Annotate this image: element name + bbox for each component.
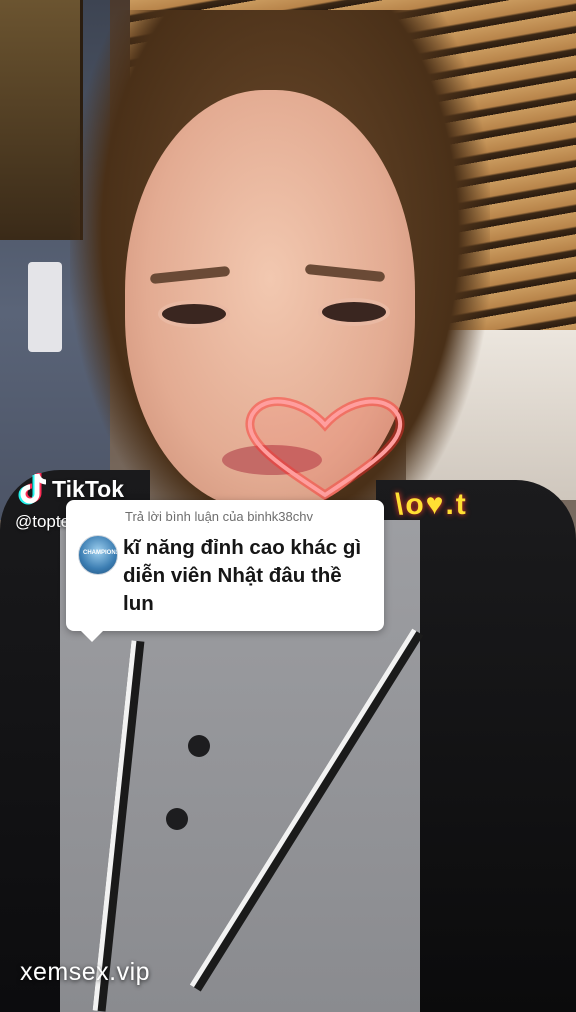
tiktok-brand-label: TikTok	[52, 475, 124, 502]
reply-comment-text: kĩ năng đỉnh cao khác gì diễn viên Nhật …	[123, 536, 362, 615]
background-light-switch	[28, 262, 62, 352]
shirt-button	[188, 735, 210, 757]
tiktok-note-icon	[18, 472, 48, 506]
shirt-button	[166, 808, 188, 830]
commenter-avatar[interactable]: CHAMPIONS	[78, 535, 118, 575]
site-watermark: xemsex.vip	[20, 958, 151, 986]
neon-heart-icon	[245, 397, 405, 501]
neon-text-decoration: \o♥.t	[395, 488, 468, 521]
person-eye	[158, 300, 230, 328]
reply-header: Trả lời bình luận của binhk38chv	[125, 509, 313, 524]
reply-comment-card[interactable]: Trả lời bình luận của binhk38chv CHAMPIO…	[66, 500, 384, 642]
person-eye	[318, 298, 390, 326]
